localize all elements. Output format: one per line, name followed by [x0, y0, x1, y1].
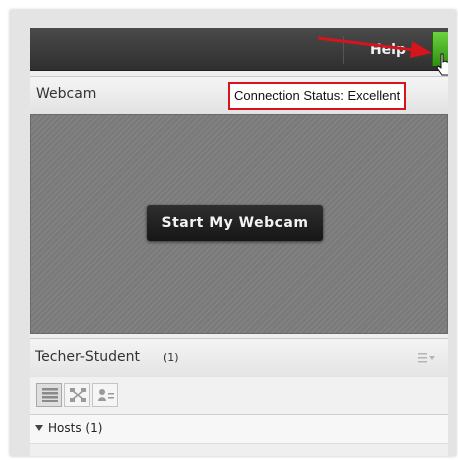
- hand-cursor-icon: [436, 53, 448, 76]
- webcam-panel-header: Webcam Connection Status: Excellent: [30, 76, 448, 115]
- user-view-icon: [98, 389, 114, 401]
- attendee-panel-header: Techer-Student (1): [30, 338, 448, 378]
- menu-icon[interactable]: [418, 352, 436, 364]
- attendee-count: (1): [163, 351, 179, 364]
- hosts-group-row[interactable]: Hosts (1): [30, 415, 448, 444]
- grid-view-button[interactable]: [64, 383, 90, 407]
- grid-view-icon: [70, 388, 86, 402]
- app-window: Help Webcam Connection Status: Excellent…: [30, 28, 448, 456]
- webcam-panel-title: Webcam: [36, 86, 97, 102]
- list-view-button[interactable]: [36, 383, 62, 407]
- list-view-icon: [42, 388, 58, 402]
- attendee-panel-title: Techer-Student: [35, 349, 140, 365]
- top-toolbar: Help: [30, 28, 448, 76]
- start-webcam-button[interactable]: Start My Webcam: [147, 205, 323, 241]
- triangle-down-icon: [35, 425, 43, 431]
- connection-status-label: Connection Status: Excellent: [228, 82, 407, 110]
- annotation-arrow-icon: [317, 36, 432, 58]
- user-view-button[interactable]: [92, 383, 118, 407]
- hosts-group-label: Hosts (1): [48, 421, 103, 435]
- webcam-video-area: Start My Webcam: [30, 114, 448, 334]
- attendee-view-toolbar: [30, 377, 448, 415]
